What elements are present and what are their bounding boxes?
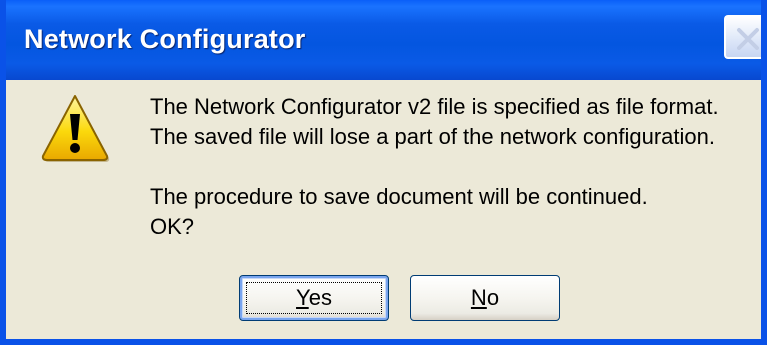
warning-icon — [41, 95, 110, 162]
no-button[interactable]: No — [410, 275, 560, 321]
yes-button[interactable]: Yes — [239, 275, 389, 321]
message-line: The procedure to save document will be c… — [150, 184, 648, 209]
title-bar[interactable]: Network Configurator — [6, 0, 761, 80]
close-button[interactable] — [724, 15, 761, 59]
message-line: The Network Configurator v2 file is spec… — [150, 94, 719, 119]
message-line: The saved file will lose a part of the n… — [150, 124, 715, 149]
message-line: OK? — [150, 214, 195, 239]
close-icon — [737, 28, 759, 50]
no-button-label: No — [470, 285, 500, 310]
dialog-message: The Network Configurator v2 file is spec… — [150, 92, 719, 242]
yes-button-label: Yes — [296, 285, 332, 310]
message-dialog: Network Configurator The Network Configu… — [0, 0, 767, 345]
window-title: Network Configurator — [24, 24, 306, 54]
